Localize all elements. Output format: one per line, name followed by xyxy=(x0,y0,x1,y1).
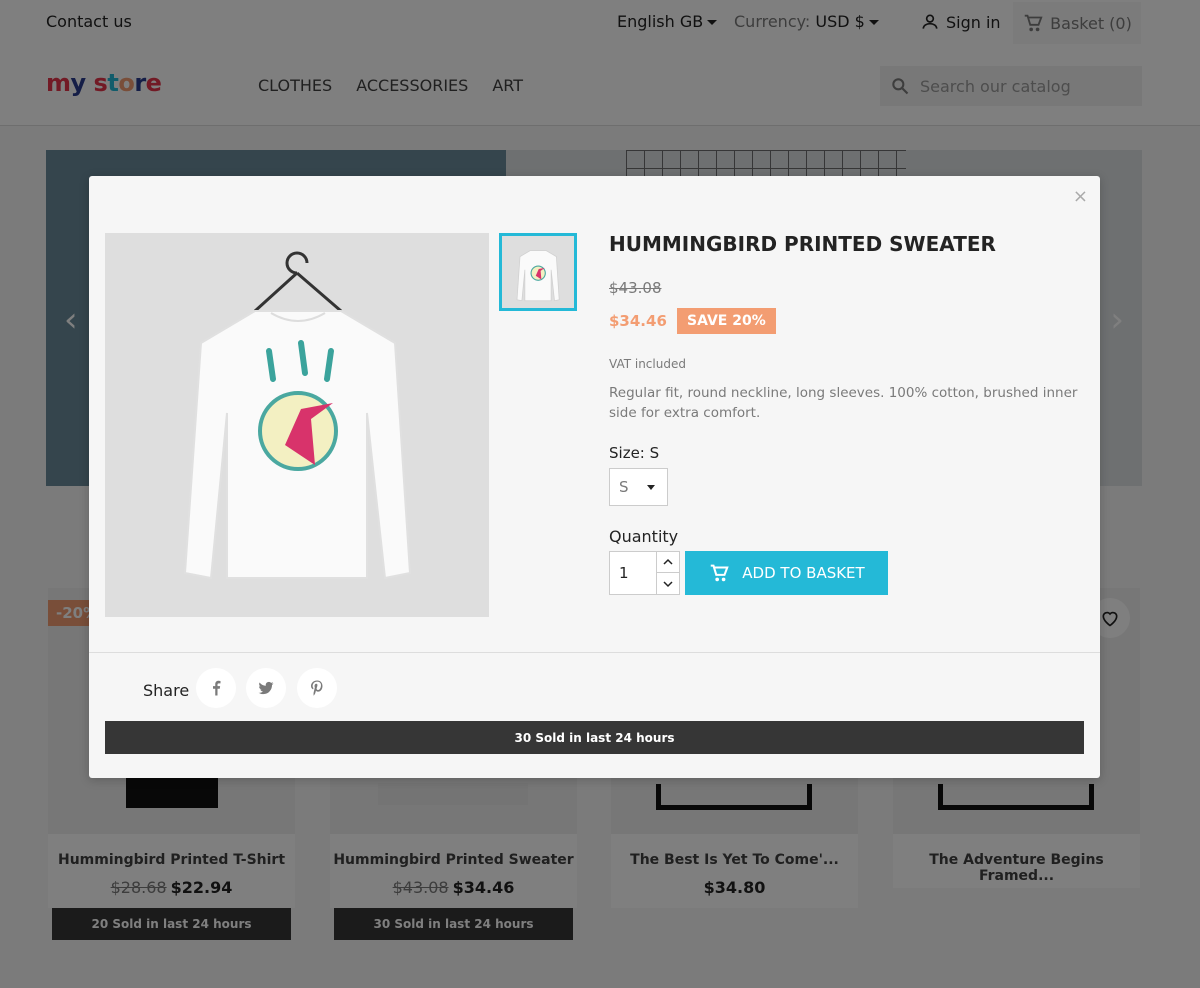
share-label: Share xyxy=(143,681,190,700)
quantity-label: Quantity xyxy=(609,527,679,546)
increment-icon[interactable] xyxy=(657,552,679,573)
add-to-basket-label: ADD TO BASKET xyxy=(742,564,865,582)
product-title: HUMMINGBIRD PRINTED SWEATER xyxy=(609,232,996,256)
sold-badge: 30 Sold in last 24 hours xyxy=(105,721,1084,754)
size-select[interactable]: S xyxy=(609,468,668,506)
add-to-basket-button[interactable]: ADD TO BASKET xyxy=(685,551,888,595)
chevron-down-icon xyxy=(646,484,655,490)
facebook-share-icon[interactable] xyxy=(196,668,236,708)
discount-badge: SAVE 20% xyxy=(677,308,776,334)
product-main-image xyxy=(105,233,489,617)
twitter-share-icon[interactable] xyxy=(246,668,286,708)
cart-icon xyxy=(711,564,729,582)
product-description: Regular fit, round neckline, long sleeve… xyxy=(609,385,1078,421)
regular-price: $43.08 xyxy=(609,279,662,297)
quantity-stepper xyxy=(656,551,680,595)
decrement-icon[interactable] xyxy=(657,573,679,594)
size-label: Size: S xyxy=(609,444,660,462)
modal-divider xyxy=(89,652,1100,653)
size-select-value: S xyxy=(619,478,629,496)
tax-label: VAT included xyxy=(609,357,686,371)
close-icon[interactable]: × xyxy=(1073,186,1088,207)
pinterest-share-icon[interactable] xyxy=(297,668,337,708)
quick-view-modal: × HUMMINGBIRD PRINTED SWEATER $43.08 $34… xyxy=(89,176,1100,778)
product-thumbnail[interactable] xyxy=(499,233,577,311)
thumbnail-image xyxy=(516,250,560,302)
sweater-image xyxy=(183,251,412,580)
quantity-input[interactable]: 1 xyxy=(609,551,657,595)
current-price: $34.46 xyxy=(609,312,667,330)
